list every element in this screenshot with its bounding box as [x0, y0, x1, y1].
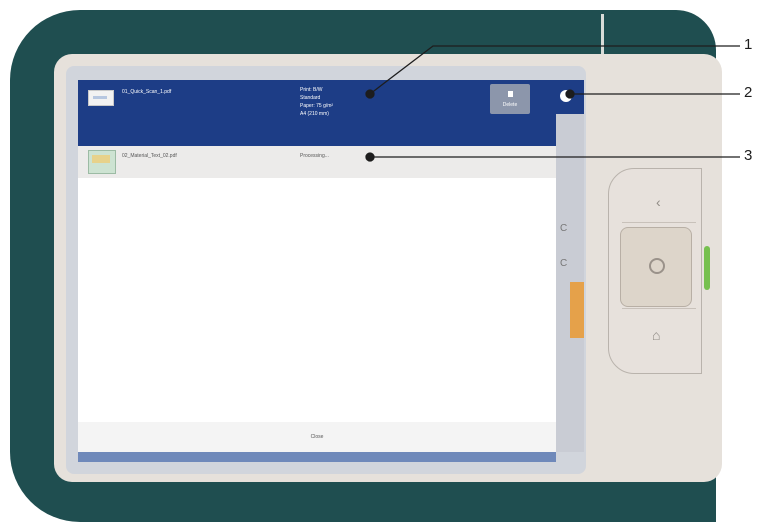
file-thumbnail: [88, 90, 114, 106]
file-thumbnail: [88, 150, 116, 174]
job-status: Processing...: [300, 153, 329, 159]
callout-number-1: 1: [744, 36, 753, 53]
home-key[interactable]: ⌂: [622, 308, 696, 359]
status-led: [704, 246, 710, 290]
back-key[interactable]: ‹: [622, 182, 696, 223]
ok-key[interactable]: [620, 227, 692, 307]
home-icon: ⌂: [652, 327, 661, 343]
side-mark: C: [560, 223, 568, 234]
ok-icon: [649, 258, 665, 274]
right-side-strip: C C: [556, 80, 584, 452]
right-strip-header: [556, 80, 584, 114]
side-mark: C: [560, 258, 568, 269]
callout-number-2: 2: [744, 84, 753, 101]
close-button[interactable]: Close: [78, 428, 556, 446]
delete-label: Delete: [502, 102, 518, 108]
job-file-name: 02_Material_Text_02.pdf: [122, 153, 177, 159]
job-detail-line: A4 (210 mm): [300, 111, 329, 117]
job-detail-line: Print: B/W: [300, 87, 323, 93]
job-detail-line: Paper: 75 g/m²: [300, 103, 334, 109]
scroll-indicator[interactable]: [560, 90, 572, 102]
trash-icon: [508, 91, 513, 97]
screen-bottom-bar: [78, 452, 556, 462]
delete-button[interactable]: Delete: [490, 84, 530, 114]
device-seam: [601, 14, 604, 54]
job-details: Print: B/W Standard Paper: 75 g/m² A4 (2…: [300, 86, 333, 118]
back-icon: ‹: [656, 194, 661, 210]
job-detail-line: Standard: [300, 95, 321, 101]
job-file-name: 01_Quick_Scan_1.pdf: [122, 89, 172, 95]
job-row[interactable]: [78, 146, 556, 178]
callout-number-3: 3: [744, 147, 753, 164]
side-status-bar: [570, 282, 584, 338]
